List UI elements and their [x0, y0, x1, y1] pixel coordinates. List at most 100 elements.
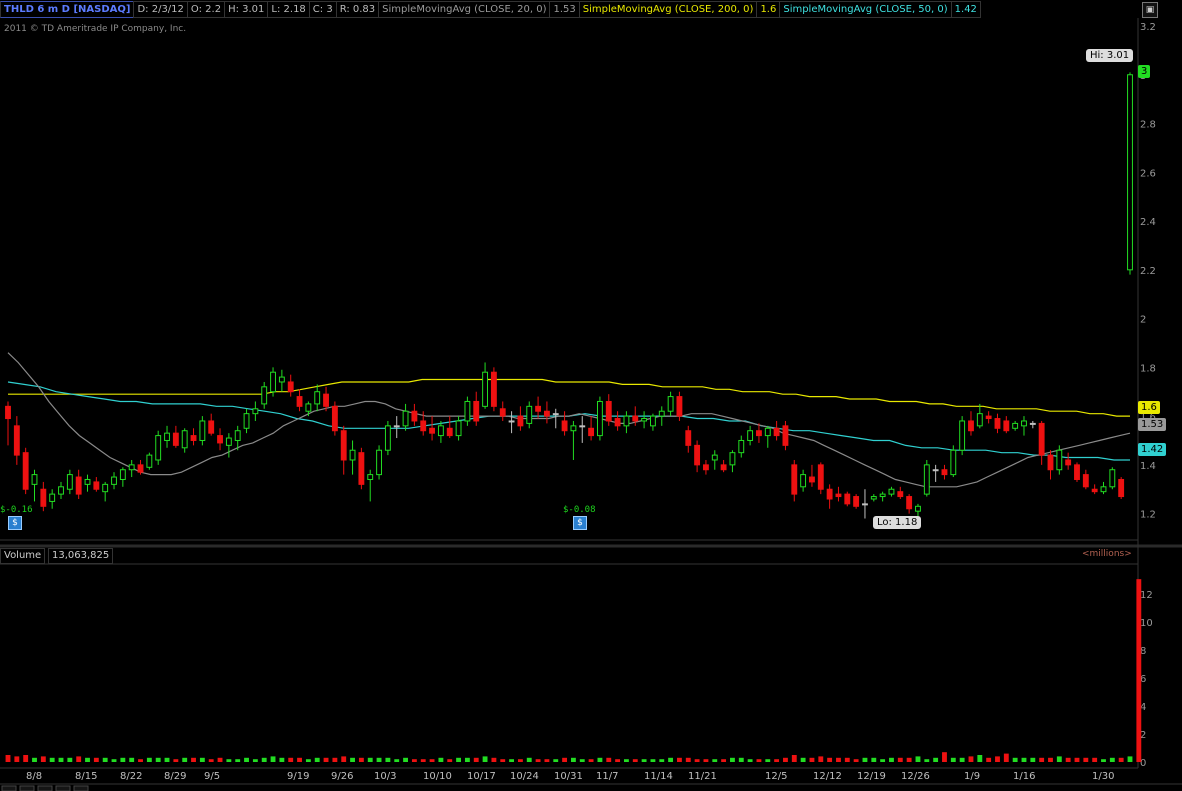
- candle: [49, 489, 56, 509]
- candle-body: [959, 420, 966, 451]
- candle: [296, 389, 303, 412]
- volume-bar: [942, 752, 947, 762]
- volume-bar: [995, 756, 1000, 762]
- volume-bar: [23, 755, 29, 762]
- candle: [164, 425, 170, 448]
- volume-bar: [120, 757, 126, 762]
- candle-body: [535, 405, 542, 412]
- time-tick-label: 9/26: [331, 771, 353, 782]
- candle: [817, 462, 824, 495]
- price-volume-chart[interactable]: 3.232.82.62.42.221.81.61.41.2 121086420 …: [0, 0, 1182, 791]
- candle: [915, 503, 921, 517]
- candle-body: [287, 381, 294, 393]
- candle: [499, 401, 506, 421]
- candle: [429, 416, 435, 441]
- candle: [729, 450, 736, 473]
- time-tick-label: 12/19: [857, 771, 886, 782]
- candle: [376, 445, 382, 480]
- candle-body: [764, 427, 771, 437]
- pane-tab-5: [73, 785, 89, 791]
- candle-body: [217, 435, 223, 444]
- candle-body: [1003, 420, 1010, 432]
- earnings-icon-2[interactable]: $: [573, 516, 587, 530]
- candle: [340, 425, 347, 475]
- earnings-icon-1[interactable]: $: [8, 516, 22, 530]
- candle-body: [137, 464, 144, 473]
- candle-body: [985, 415, 992, 420]
- volume-bar: [712, 759, 718, 762]
- candle-body: [641, 418, 648, 422]
- candle: [367, 469, 374, 502]
- volume-bar: [730, 757, 735, 762]
- candle-body: [146, 454, 153, 468]
- candle-body: [261, 386, 268, 405]
- time-tick-label: 12/26: [901, 771, 930, 782]
- candle: [596, 396, 603, 441]
- volume-bar: [491, 757, 497, 762]
- candle-body: [190, 435, 197, 441]
- candle-body: [252, 408, 259, 415]
- earnings-value-1: $-0.16: [0, 505, 33, 515]
- candle-body: [40, 488, 47, 507]
- time-tick-label: 10/10: [423, 771, 452, 782]
- candle: [676, 391, 683, 421]
- volume-bar: [553, 759, 559, 762]
- candle-body: [1127, 74, 1133, 271]
- candle: [579, 416, 586, 443]
- candle: [393, 416, 400, 439]
- volume-bar: [244, 757, 249, 762]
- candle: [764, 425, 771, 448]
- volume-bar: [1021, 757, 1027, 762]
- price-tick-label: 2.6: [1140, 168, 1156, 179]
- candle: [694, 440, 701, 473]
- candle-body: [968, 420, 974, 432]
- price-tick-label: 1.8: [1140, 363, 1156, 374]
- volume-bar: [800, 757, 806, 762]
- candle-body: [5, 405, 11, 420]
- candle: [1029, 420, 1036, 429]
- candle-body: [128, 464, 135, 471]
- candle: [225, 433, 232, 458]
- candle: [66, 469, 73, 495]
- candle: [844, 491, 851, 507]
- candle: [137, 459, 144, 475]
- candle: [314, 384, 321, 412]
- volume-bar: [67, 757, 73, 762]
- candle-body: [234, 430, 241, 441]
- candle: [473, 391, 480, 426]
- candle-body: [340, 430, 347, 461]
- volume-bar: [677, 757, 682, 762]
- candle-body: [508, 420, 515, 423]
- volume-bar: [509, 759, 515, 762]
- volume-bar: [738, 757, 744, 762]
- candle: [605, 394, 612, 426]
- candle-body: [84, 478, 91, 485]
- candle: [826, 484, 833, 509]
- volume-bar: [447, 759, 453, 762]
- volume-bar: [191, 757, 196, 762]
- candle-body: [1082, 474, 1089, 488]
- candle-body: [791, 464, 798, 495]
- candle-body: [49, 493, 56, 502]
- candle-body: [349, 449, 356, 461]
- time-tick-label: 12/5: [765, 771, 787, 782]
- candle-body: [950, 449, 957, 476]
- candle: [464, 396, 471, 426]
- candle: [84, 474, 91, 492]
- volume-bar: [774, 759, 780, 762]
- volume-bar: [1101, 759, 1106, 762]
- volume-bar: [288, 757, 294, 762]
- sma200-price-tag: 1.6: [1138, 401, 1160, 414]
- candle: [111, 472, 117, 490]
- volume-bar: [783, 757, 788, 762]
- candle: [959, 416, 966, 456]
- volume-bar: [164, 757, 170, 762]
- volume-bar: [959, 757, 965, 762]
- candle: [1100, 481, 1107, 495]
- candle: [517, 406, 524, 431]
- volume-bar: [1074, 757, 1080, 762]
- volume-bar: [438, 757, 444, 762]
- volume-bar: [570, 757, 576, 762]
- candle: [181, 428, 188, 453]
- candle: [146, 452, 153, 470]
